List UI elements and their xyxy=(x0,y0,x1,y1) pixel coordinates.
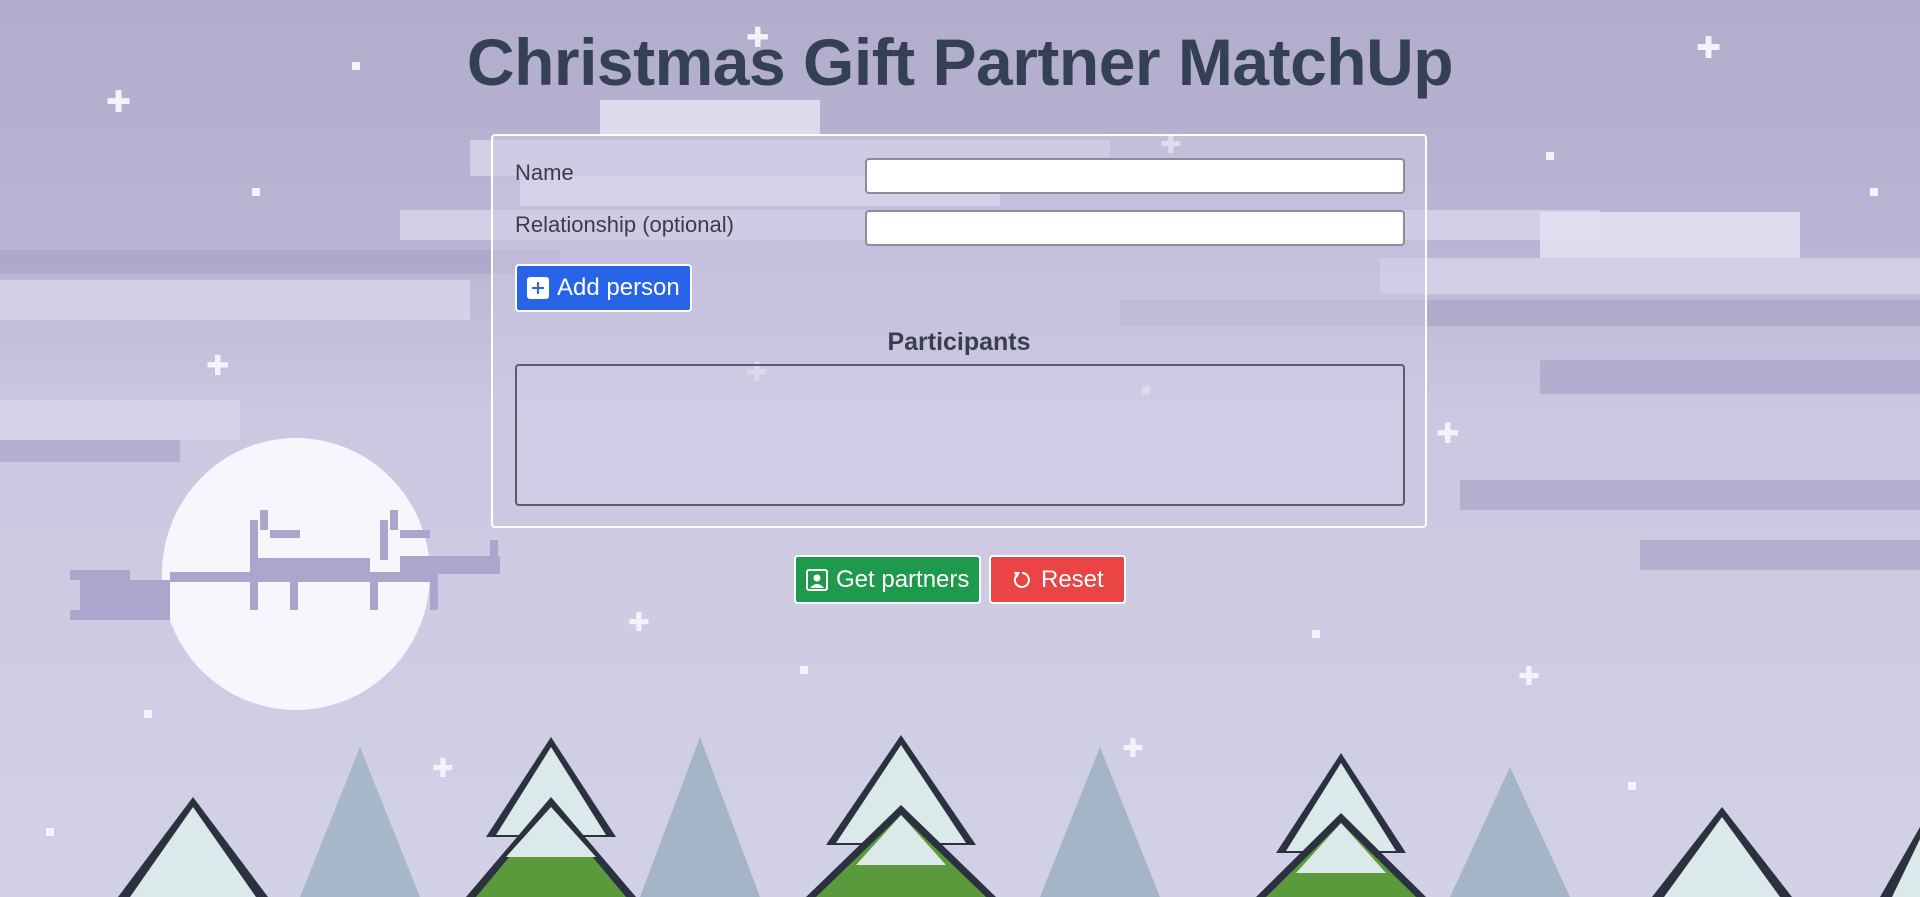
pine-tree-image xyxy=(806,735,996,897)
pine-tree-image xyxy=(1256,753,1426,897)
relationship-input[interactable] xyxy=(865,210,1405,246)
get-partners-label: Get partners xyxy=(836,565,970,593)
name-input[interactable] xyxy=(865,158,1405,194)
participant-form-panel: Name Relationship (optional) Add person … xyxy=(491,134,1427,528)
participants-list[interactable] xyxy=(515,364,1405,506)
pine-tree-image xyxy=(118,797,268,897)
get-partners-button[interactable]: Get partners xyxy=(794,555,982,604)
pine-tree-image xyxy=(466,737,636,897)
add-person-label: Add person xyxy=(557,274,680,301)
add-person-button[interactable]: Add person xyxy=(515,264,692,312)
reset-arrow-icon xyxy=(1011,569,1033,591)
relationship-label: Relationship (optional) xyxy=(515,212,734,237)
santa-sleigh-image xyxy=(70,510,500,620)
person-square-icon xyxy=(806,568,828,591)
participants-heading: Participants xyxy=(887,328,1031,356)
name-label: Name xyxy=(515,160,574,185)
reset-label: Reset xyxy=(1041,565,1104,593)
reset-button[interactable]: Reset xyxy=(989,555,1126,604)
pine-tree-image xyxy=(1652,807,1792,897)
pine-tree-image xyxy=(1880,827,1920,897)
plus-square-icon xyxy=(527,277,549,299)
page-title: Christmas Gift Partner MatchUp xyxy=(466,25,1454,99)
